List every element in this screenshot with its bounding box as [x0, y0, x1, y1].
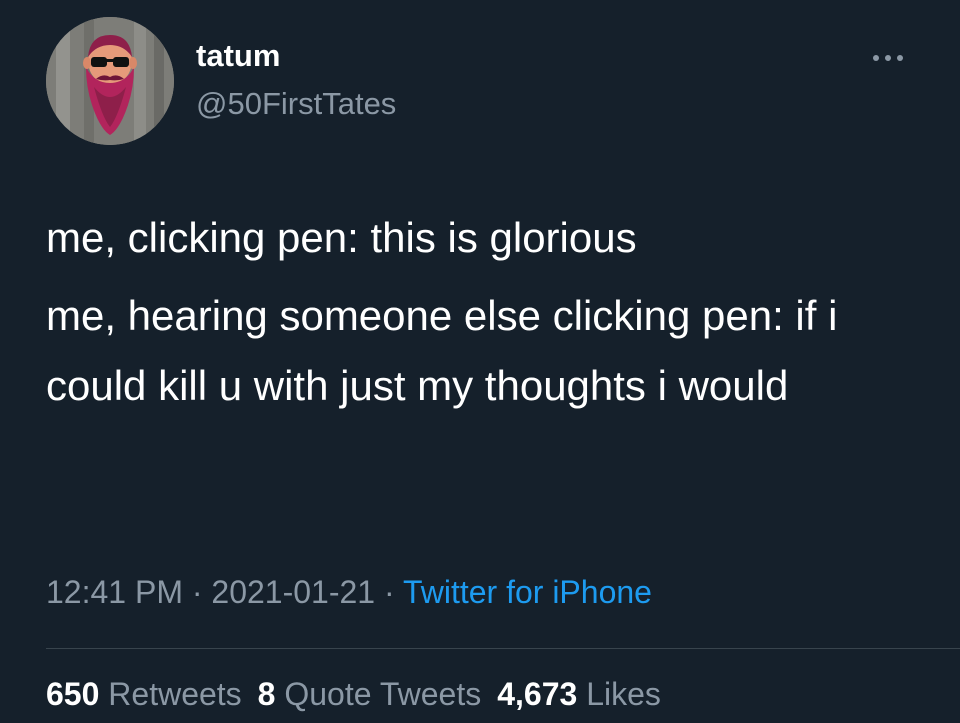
likes-label: Likes	[586, 676, 661, 712]
tweet-container: tatum @50FirstTates me, clicking pen: th…	[0, 0, 960, 723]
retweets-label: Retweets	[108, 676, 242, 712]
tweet-paragraph: me, clicking pen: this is glorious	[46, 214, 637, 261]
meta-separator: ·	[375, 574, 403, 610]
avatar[interactable]	[46, 17, 174, 145]
user-handle[interactable]: @50FirstTates	[196, 86, 396, 122]
tweet-text: me, clicking pen: this is glorious me, h…	[46, 203, 926, 421]
quote-tweets-stat[interactable]: 8 Quote Tweets	[258, 676, 482, 713]
divider	[46, 648, 960, 649]
more-horizontal-icon[interactable]	[868, 46, 908, 70]
tweet-stats: 650 Retweets 8 Quote Tweets 4,673 Likes	[46, 676, 677, 713]
tweet-time[interactable]: 12:41 PM	[46, 574, 183, 610]
meta-separator: ·	[182, 574, 212, 610]
display-name[interactable]: tatum	[196, 38, 280, 74]
quote-tweets-label: Quote Tweets	[284, 676, 482, 712]
quote-tweets-count: 8	[257, 676, 276, 712]
tweet-source-link[interactable]: Twitter for iPhone	[403, 574, 652, 610]
retweets-count: 650	[46, 676, 100, 712]
tweet-metadata: 12:41 PM · 2021-01-21 · Twitter for iPho…	[46, 574, 652, 611]
likes-stat[interactable]: 4,673 Likes	[497, 676, 661, 713]
tweet-paragraph: me, hearing someone else clicking pen: i…	[46, 292, 838, 409]
likes-count: 4,673	[497, 676, 578, 712]
tweet-date[interactable]: 2021-01-21	[211, 574, 375, 610]
bearded-man-avatar-icon	[46, 17, 174, 145]
retweets-stat[interactable]: 650 Retweets	[46, 676, 242, 713]
